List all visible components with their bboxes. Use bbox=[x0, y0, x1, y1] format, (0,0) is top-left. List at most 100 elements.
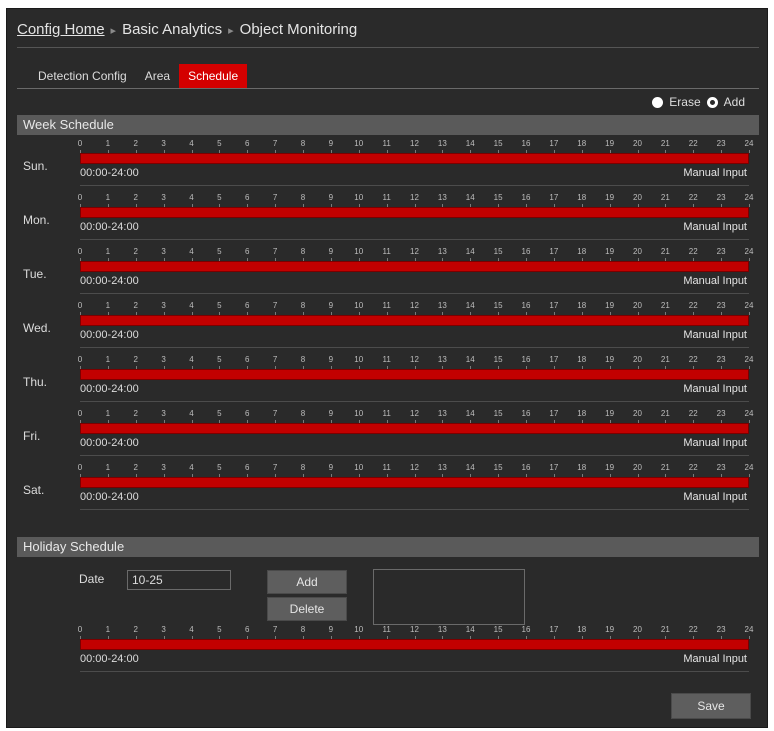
hour-tick-label: 8 bbox=[300, 355, 306, 364]
manual-input-link[interactable]: Manual Input bbox=[683, 221, 747, 233]
divider bbox=[80, 671, 749, 672]
mode-selector: Erase Add bbox=[652, 95, 745, 109]
hour-tick-label: 8 bbox=[300, 301, 306, 310]
hour-tick-label: 5 bbox=[217, 355, 222, 364]
breadcrumb-config-home[interactable]: Config Home bbox=[17, 21, 105, 38]
hour-tick-label: 3 bbox=[161, 301, 166, 310]
hour-tick-label: 1 bbox=[105, 139, 111, 148]
time-range: 00:00-24:00 bbox=[80, 167, 139, 179]
hour-tick-label: 6 bbox=[245, 301, 250, 310]
manual-input-link[interactable]: Manual Input bbox=[683, 329, 747, 341]
hour-tick-label: 15 bbox=[493, 301, 503, 310]
hour-tick-label: 19 bbox=[605, 247, 615, 256]
hour-tick-label: 19 bbox=[605, 409, 615, 418]
tab-area[interactable]: Area bbox=[136, 64, 179, 88]
schedule-bar[interactable] bbox=[80, 207, 749, 218]
time-range: 00:00-24:00 bbox=[80, 275, 139, 287]
schedule-bar[interactable] bbox=[80, 369, 749, 380]
hour-tick-label: 23 bbox=[716, 139, 726, 148]
hour-tick-label: 18 bbox=[577, 463, 587, 472]
holiday-list[interactable] bbox=[373, 569, 525, 625]
hour-tick-label: 14 bbox=[465, 247, 475, 256]
hour-tick-label: 24 bbox=[744, 625, 754, 634]
add-radio[interactable] bbox=[706, 96, 718, 108]
hour-tick-label: 21 bbox=[660, 355, 670, 364]
tab-schedule[interactable]: Schedule bbox=[179, 64, 248, 88]
manual-input-link[interactable]: Manual Input bbox=[683, 383, 747, 395]
hour-tick-label: 1 bbox=[105, 463, 111, 472]
divider bbox=[80, 185, 749, 186]
hour-tick-label: 11 bbox=[382, 301, 391, 310]
hour-tick-label: 18 bbox=[577, 193, 587, 202]
hour-tick-label: 9 bbox=[328, 409, 334, 418]
erase-radio[interactable] bbox=[652, 96, 664, 108]
schedule-bar[interactable] bbox=[80, 477, 749, 488]
hour-tick-label: 6 bbox=[245, 247, 250, 256]
hour-tick-label: 18 bbox=[577, 355, 587, 364]
hour-tick-label: 12 bbox=[410, 409, 419, 418]
breadcrumb-object-monitoring: Object Monitoring bbox=[239, 21, 358, 38]
hour-tick-label: 17 bbox=[549, 193, 559, 202]
hour-tick-label: 9 bbox=[328, 193, 334, 202]
hour-tick-label: 0 bbox=[77, 139, 83, 148]
divider bbox=[80, 401, 749, 402]
hour-tick-label: 13 bbox=[437, 625, 447, 634]
hour-tick-label: 10 bbox=[354, 139, 364, 148]
hour-tick-label: 5 bbox=[217, 193, 222, 202]
hour-tick-label: 19 bbox=[605, 463, 615, 472]
hour-tick-label: 10 bbox=[354, 193, 364, 202]
hour-tick-label: 23 bbox=[716, 463, 726, 472]
day-row-mon: Mon. 0 1 2 3 4 5 6 7 8 9 10 11 12 13 14 15 16 17 18 19 20 21 22… bbox=[17, 191, 759, 245]
manual-input-link[interactable]: Manual Input bbox=[683, 491, 747, 503]
hour-tick-label: 9 bbox=[328, 139, 334, 148]
hour-tick-label: 19 bbox=[605, 139, 615, 148]
manual-input-link[interactable]: Manual Input bbox=[683, 437, 747, 449]
hour-tick-label: 24 bbox=[744, 355, 754, 364]
hour-tick-mark bbox=[749, 366, 750, 369]
hour-tick-label: 16 bbox=[521, 463, 531, 472]
hour-tick-label: 8 bbox=[300, 409, 306, 418]
hour-tick-label: 21 bbox=[660, 463, 670, 472]
hour-tick-label: 22 bbox=[688, 139, 698, 148]
date-input[interactable] bbox=[127, 570, 231, 590]
hour-tick-label: 5 bbox=[217, 139, 222, 148]
hour-tick-label: 0 bbox=[77, 193, 83, 202]
schedule-bar[interactable] bbox=[80, 153, 749, 164]
hour-tick-label: 6 bbox=[245, 193, 250, 202]
hour-tick-label: 21 bbox=[660, 193, 670, 202]
manual-input-link[interactable]: Manual Input bbox=[683, 653, 747, 665]
hour-tick-label: 10 bbox=[354, 463, 364, 472]
manual-input-link[interactable]: Manual Input bbox=[683, 167, 747, 179]
hour-tick-label: 12 bbox=[410, 247, 419, 256]
hour-tick-label: 24 bbox=[744, 301, 754, 310]
schedule-bar[interactable] bbox=[80, 639, 749, 650]
hour-tick-label: 23 bbox=[716, 193, 726, 202]
hour-tick-label: 24 bbox=[744, 463, 754, 472]
tab-detection-config[interactable]: Detection Config bbox=[29, 64, 136, 88]
hour-tick-label: 11 bbox=[382, 193, 391, 202]
add-holiday-button[interactable]: Add bbox=[267, 570, 347, 594]
hour-tick-label: 3 bbox=[161, 625, 166, 634]
hour-tick-label: 16 bbox=[521, 301, 531, 310]
schedule-bar[interactable] bbox=[80, 261, 749, 272]
hour-tick-label: 17 bbox=[549, 625, 559, 634]
hour-tick-label: 7 bbox=[272, 355, 278, 364]
hour-tick-label: 14 bbox=[465, 301, 475, 310]
save-button[interactable]: Save bbox=[671, 693, 751, 719]
manual-input-link[interactable]: Manual Input bbox=[683, 275, 747, 287]
hour-tick-label: 24 bbox=[744, 409, 754, 418]
hour-tick-label: 4 bbox=[189, 355, 194, 364]
hour-tick-label: 18 bbox=[577, 301, 587, 310]
hour-tick-label: 2 bbox=[133, 301, 138, 310]
delete-holiday-button[interactable]: Delete bbox=[267, 597, 347, 621]
schedule-bar[interactable] bbox=[80, 315, 749, 326]
hour-tick-label: 2 bbox=[133, 139, 138, 148]
hour-tick-label: 7 bbox=[272, 301, 278, 310]
breadcrumb-basic-analytics: Basic Analytics bbox=[122, 21, 223, 38]
hour-tick-label: 14 bbox=[465, 463, 475, 472]
schedule-bar[interactable] bbox=[80, 423, 749, 434]
hour-tick-label: 3 bbox=[161, 409, 166, 418]
hour-tick-label: 14 bbox=[465, 355, 475, 364]
day-label: Tue. bbox=[23, 267, 47, 281]
hour-tick-label: 20 bbox=[633, 247, 642, 256]
